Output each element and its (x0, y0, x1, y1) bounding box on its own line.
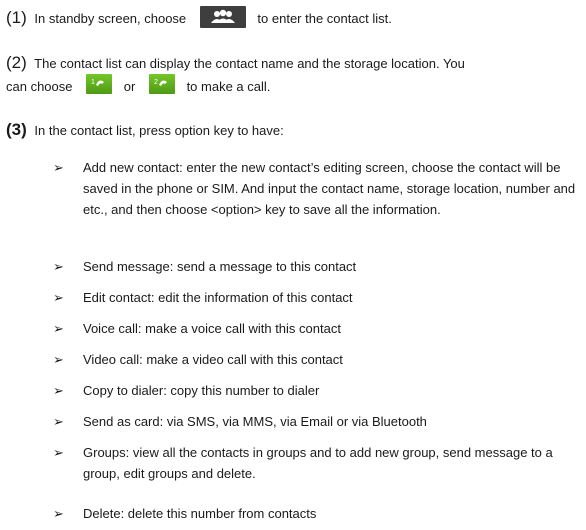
bullet-arrow-icon: ➢ (53, 445, 64, 460)
call-sim1-icon: 1 (86, 73, 113, 94)
step-text: The contact list can display the contact… (34, 56, 465, 71)
list-item-text: Groups: view all the contacts in groups … (83, 445, 553, 481)
list-item-text: Copy to dialer: copy this number to dial… (83, 383, 320, 398)
step-text: can choose (6, 79, 73, 94)
bullet-arrow-icon: ➢ (53, 414, 64, 429)
step-number: (1) (6, 8, 27, 27)
step-text: to make a call. (186, 79, 271, 94)
bullet-arrow-icon: ➢ (53, 506, 64, 521)
bullet-arrow-icon: ➢ (53, 321, 64, 336)
list-item: ➢ Video call: make a video call with thi… (53, 349, 583, 370)
svg-text:2: 2 (154, 79, 158, 86)
bullet-arrow-icon: ➢ (53, 160, 64, 175)
list-item: ➢ Delete: delete this number from contac… (53, 503, 583, 524)
step-2: (2) The contact list can display the con… (6, 52, 581, 98)
step-1: (1) In standby screen, choose to enter t… (6, 5, 392, 31)
step-number: (2) (6, 53, 27, 72)
list-item: ➢ Copy to dialer: copy this number to di… (53, 380, 583, 401)
list-item: ➢ Add new contact: enter the new contact… (53, 157, 583, 220)
step-3: (3) In the contact list, press option ke… (6, 119, 284, 141)
bullet-arrow-icon: ➢ (53, 352, 64, 367)
step-text: In the contact list, press option key to… (34, 123, 284, 138)
list-item-text: Edit contact: edit the information of th… (83, 290, 353, 305)
list-item-text: Delete: delete this number from contacts (83, 506, 317, 521)
list-item: ➢ Send message: send a message to this c… (53, 256, 583, 277)
or-text: or (123, 79, 136, 94)
list-item-text: Voice call: make a voice call with this … (83, 321, 341, 336)
bullet-arrow-icon: ➢ (53, 290, 64, 305)
manual-page: (1) In standby screen, choose to enter t… (0, 0, 586, 530)
call-sim2-icon: 2 (148, 73, 175, 94)
svg-text:1: 1 (91, 79, 95, 86)
list-item: ➢ Send as card: via SMS, via MMS, via Em… (53, 411, 583, 432)
list-item: ➢ Voice call: make a voice call with thi… (53, 318, 583, 339)
step-number: (3) (6, 120, 27, 139)
step-text: In standby screen, choose (34, 11, 187, 26)
contacts-icon (199, 5, 246, 28)
list-item-text: Send message: send a message to this con… (83, 259, 357, 274)
step-text: to enter the contact list. (257, 11, 392, 26)
list-item-text: Send as card: via SMS, via MMS, via Emai… (83, 414, 427, 429)
list-item: ➢ Edit contact: edit the information of … (53, 287, 583, 308)
bullet-arrow-icon: ➢ (53, 383, 64, 398)
list-item-text: Add new contact: enter the new contact’s… (83, 160, 576, 217)
list-item-text: Video call: make a video call with this … (83, 352, 343, 367)
bullet-arrow-icon: ➢ (53, 259, 64, 274)
list-item: ➢ Groups: view all the contacts in group… (53, 442, 583, 484)
